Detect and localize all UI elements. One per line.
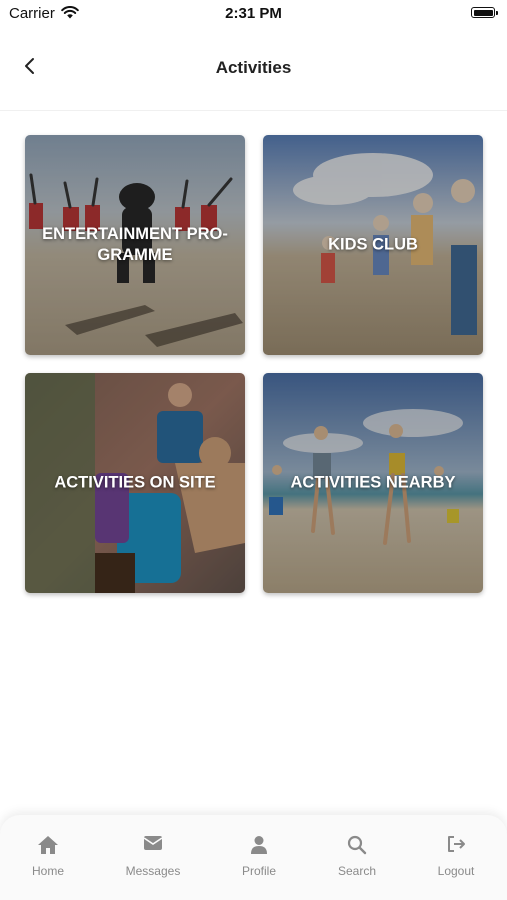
logout-icon [406,835,506,857]
tab-label: Logout [437,864,475,878]
tile-label: ENTERTAINMENT PRO- GRAMME [42,225,228,264]
tab-messages[interactable]: Messages [103,815,203,900]
search-icon [307,835,407,857]
page-title: Activities [215,58,292,77]
battery-icon [471,7,498,18]
tab-label: Search [337,864,377,878]
navigation-bar: Activities [0,38,507,111]
tab-home[interactable]: Home [0,815,98,900]
tile-label: KIDS CLUB [328,235,418,254]
tab-logout[interactable]: Logout [406,815,506,900]
status-bar: Carrier 2:31 PM [0,0,507,28]
tile-kids-club[interactable]: KIDS CLUB [263,135,483,355]
tile-label: ACTIVITIES ON SITE [54,473,216,492]
envelope-icon [103,835,203,857]
tab-label: Messages [125,864,181,878]
tab-bar: Home Messages Profile Search Logout [0,815,507,900]
user-icon [209,835,309,857]
tile-entertainment-programme[interactable]: ENTERTAINMENT PRO- GRAMME [25,135,245,355]
tab-label: Profile [241,864,276,878]
tab-label: Home [31,864,64,878]
home-icon [0,835,98,857]
tab-search[interactable]: Search [307,815,407,900]
tile-activities-nearby[interactable]: ACTIVITIES NEARBY [263,373,483,593]
clock: 2:31 PM [225,5,282,22]
tile-label: ACTIVITIES NEARBY [290,473,456,492]
tab-profile[interactable]: Profile [209,815,309,900]
tile-activities-on-site[interactable]: ACTIVITIES ON SITE [25,373,245,593]
